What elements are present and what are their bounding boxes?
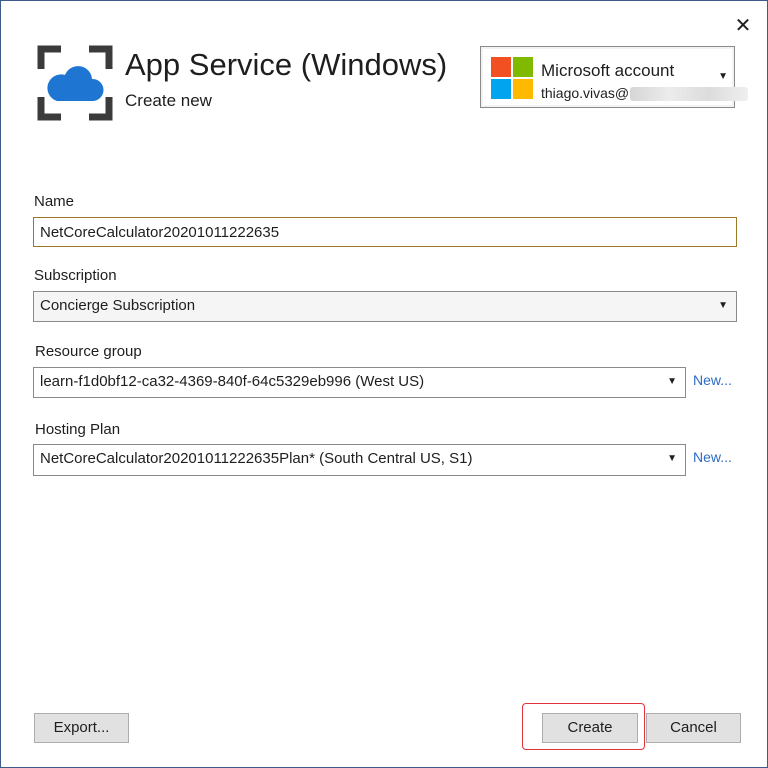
azure-app-service-icon: [37, 45, 113, 121]
hosting-plan-dropdown[interactable]: NetCoreCalculator20201011222635Plan* (So…: [33, 444, 686, 476]
account-picker-body: Microsoft account thiago.vivas@ ▼: [483, 49, 749, 105]
chevron-down-icon: ▼: [667, 453, 677, 464]
create-button[interactable]: Create: [542, 713, 638, 743]
export-button[interactable]: Export...: [34, 713, 129, 743]
name-input[interactable]: [33, 217, 737, 247]
close-icon[interactable]: ✕: [732, 15, 754, 37]
chevron-down-icon: ▼: [718, 71, 728, 82]
subscription-dropdown[interactable]: Concierge Subscription ▼: [33, 291, 737, 322]
resource-group-new-link[interactable]: New...: [693, 372, 732, 388]
dialog-subtitle: Create new: [125, 91, 212, 110]
microsoft-logo-icon: [491, 57, 533, 99]
subscription-value: Concierge Subscription: [40, 297, 196, 314]
chevron-down-icon: ▼: [718, 300, 728, 311]
hosting-plan-new-link[interactable]: New...: [693, 449, 732, 465]
cancel-button[interactable]: Cancel: [646, 713, 741, 743]
account-name: Microsoft account: [541, 61, 675, 80]
resource-group-label: Resource group: [35, 343, 142, 360]
resource-group-dropdown[interactable]: learn-f1d0bf12-ca32-4369-840f-64c5329eb9…: [33, 367, 686, 398]
resource-group-value: learn-f1d0bf12-ca32-4369-840f-64c5329eb9…: [40, 373, 425, 390]
subscription-label: Subscription: [34, 267, 117, 284]
dialog-title: App Service (Windows): [125, 47, 448, 82]
account-email-text: thiago.vivas@: [541, 85, 630, 101]
account-picker[interactable]: Microsoft account thiago.vivas@ ▼: [480, 46, 749, 108]
app-service-dialog: ✕ App Service (Windows) Create new Micro…: [0, 0, 768, 768]
account-email: thiago.vivas@: [541, 85, 749, 102]
redacted-email-blur: [630, 87, 749, 102]
chevron-down-icon: ▼: [667, 376, 677, 387]
name-label: Name: [34, 193, 75, 210]
hosting-plan-value: NetCoreCalculator20201011222635Plan* (So…: [40, 450, 473, 467]
hosting-plan-label: Hosting Plan: [35, 421, 121, 438]
